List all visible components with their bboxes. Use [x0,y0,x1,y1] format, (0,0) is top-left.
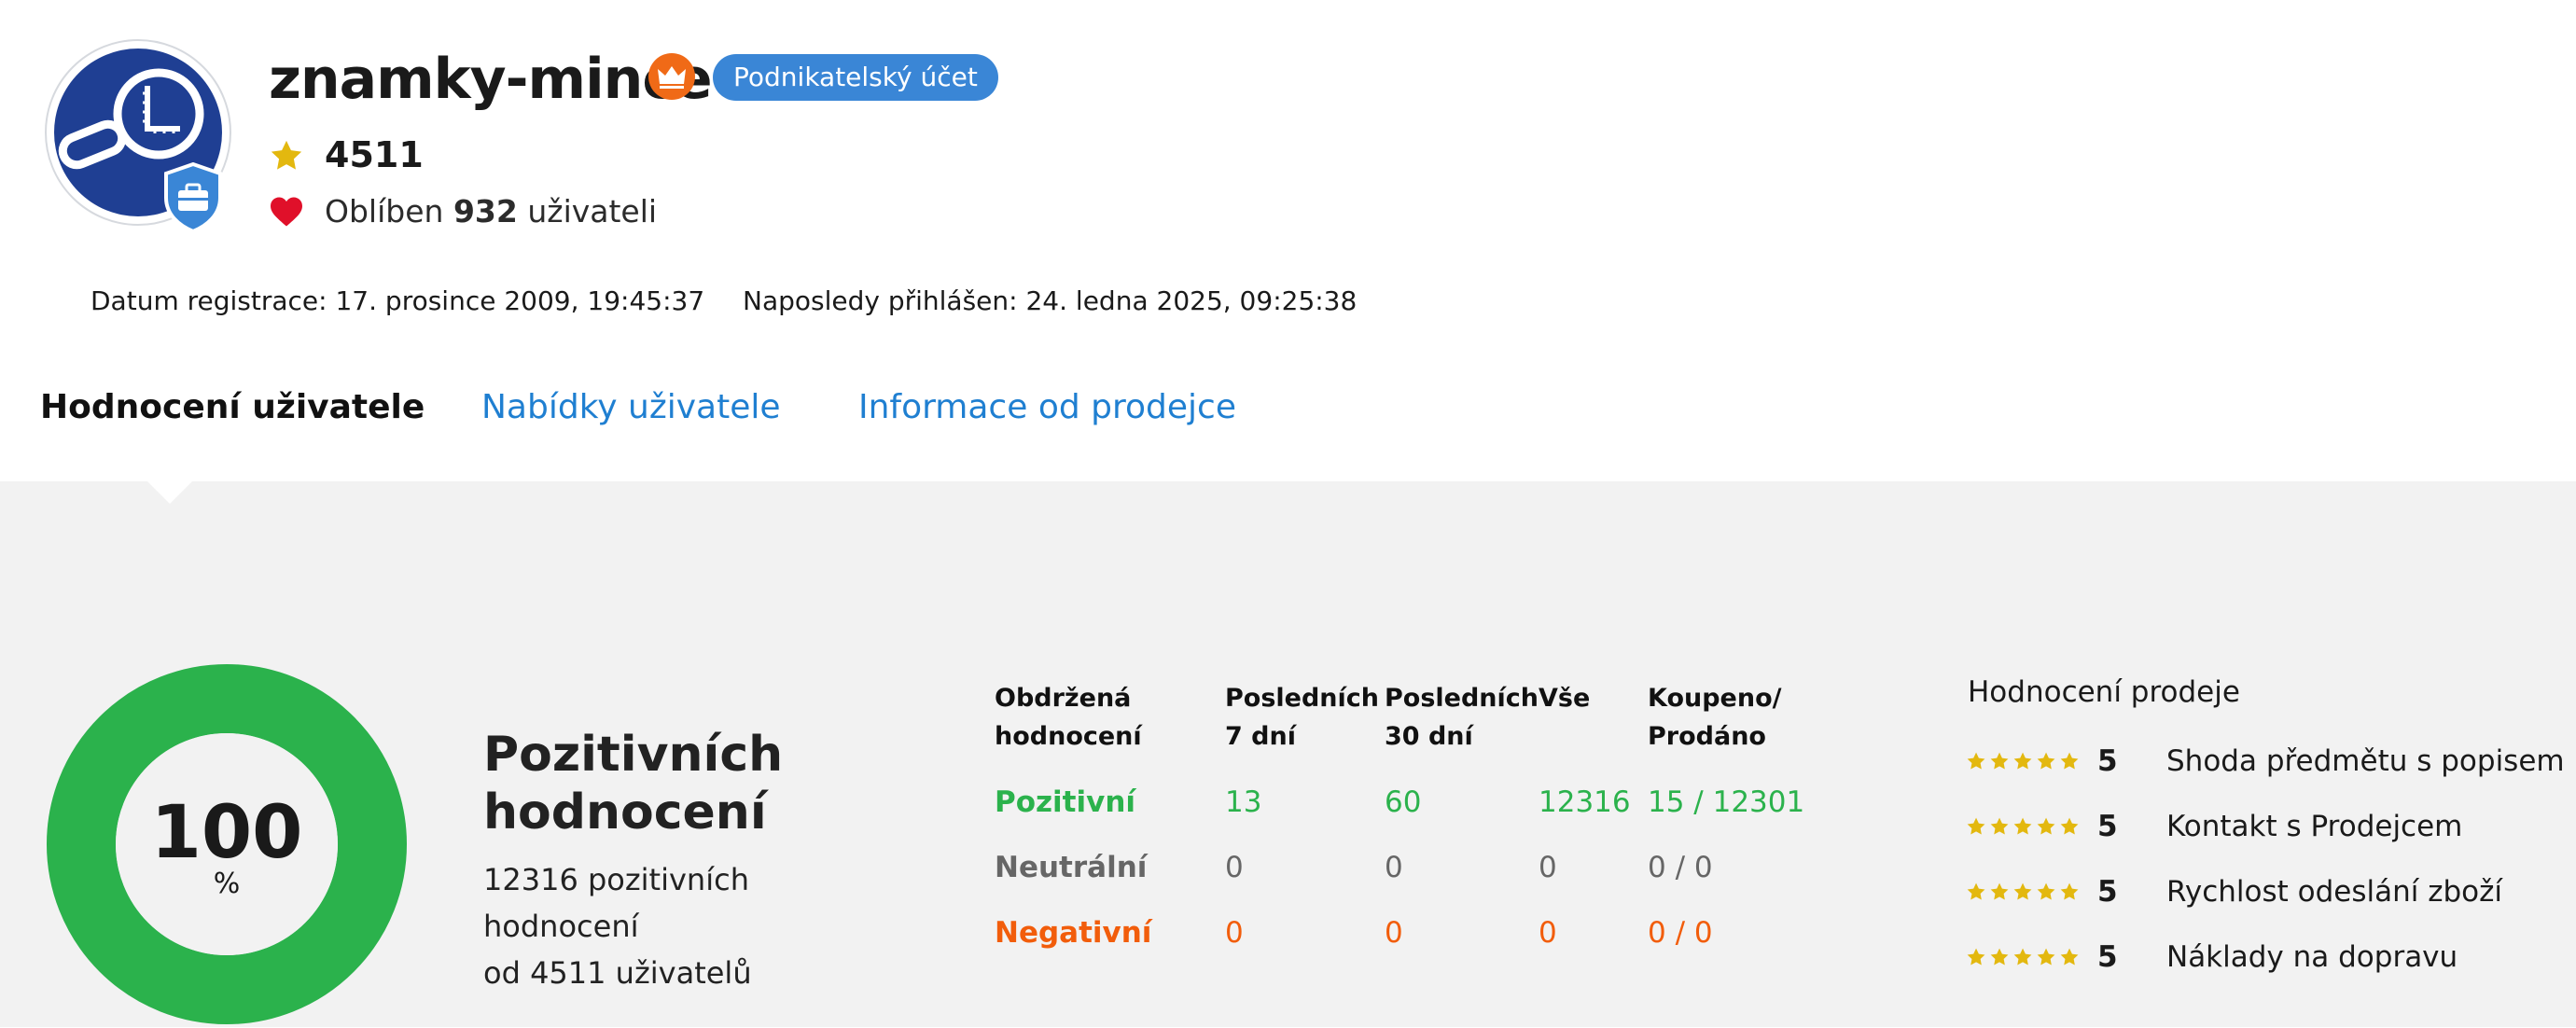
row-neutral-bought-sold: 0 / 0 [1648,851,1713,884]
star-rating-icon [1966,947,2082,967]
star-rating-icon [1966,751,2082,771]
row-neutral-all: 0 [1539,851,1557,884]
row-negative-30d: 0 [1385,916,1403,950]
header-line: Obdržená [995,684,1132,713]
sale-rating-title: Hodnocení prodeje [1968,675,2240,709]
header-line: Posledních [1225,684,1380,713]
heart-icon [269,196,304,228]
rating-score: 4511 [325,134,424,175]
row-negative-7d: 0 [1225,916,1244,950]
sale-rating-value: 5 [2097,875,2118,909]
header-30-days: Posledních 30 dní [1385,679,1539,756]
registration-date: Datum registrace: 17. prosince 2009, 19:… [91,285,705,316]
crown-icon [648,53,695,100]
row-positive-all: 12316 [1539,785,1631,819]
header-line: Prodáno [1648,722,1766,751]
active-tab-pointer [147,481,192,504]
title-line2: hodnocení [483,785,767,840]
header-line: Koupeno/ [1648,684,1782,713]
favorite-count: 932 [453,193,518,229]
row-positive-bought-sold: 15 / 12301 [1648,785,1805,819]
favorite-suffix: uživateli [527,193,658,229]
row-positive-label: Pozitivní [995,785,1136,819]
positive-ratings-title: Pozitivních hodnocení [483,726,875,841]
positive-percent-value: 100 [150,791,303,875]
row-positive-7d: 13 [1225,785,1262,819]
sale-rating-value: 5 [2097,744,2118,778]
header-received: Obdržená hodnocení [995,679,1142,756]
header-line: Vše [1539,684,1591,713]
header-line: Posledních [1385,684,1539,713]
title-line1: Pozitivních [483,727,784,783]
subtitle-line1: 12316 pozitivních hodnocení [483,862,749,944]
header-line: 7 dní [1225,722,1296,751]
last-login: Naposledy přihlášen: 24. ledna 2025, 09:… [743,285,1358,316]
row-neutral-30d: 0 [1385,851,1403,884]
favorite-prefix: Oblíben [325,193,444,229]
row-neutral-label: Neutrální [995,851,1148,884]
row-negative-all: 0 [1539,916,1557,950]
sale-rating-label: Shoda předmětu s popisem [2166,744,2565,778]
header-line: 30 dní [1385,722,1473,751]
tab-seller-info[interactable]: Informace od prodejce [858,388,1236,426]
subtitle-line2: od 4511 uživatelů [483,955,752,991]
business-account-badge: Podnikatelský účet [713,54,998,101]
tab-user-offers[interactable]: Nabídky uživatele [481,388,781,426]
tab-user-ratings[interactable]: Hodnocení uživatele [40,388,425,426]
row-negative-bought-sold: 0 / 0 [1648,916,1713,950]
seller-username: znamky-mince [269,47,713,112]
row-negative-label: Negativní [995,916,1152,950]
briefcase-icon [162,161,224,234]
sale-rating-value: 5 [2097,810,2118,843]
star-rating-icon [1966,882,2082,902]
sale-rating-label: Náklady na dopravu [2166,940,2458,974]
header-all: Vše [1539,679,1590,717]
seller-avatar [45,39,231,234]
star-rating-icon [1966,816,2082,837]
sale-rating-label: Kontakt s Prodejcem [2166,810,2463,843]
positive-ratings-subtitle: 12316 pozitivních hodnocení od 4511 uživ… [483,856,912,996]
header-7-days: Posledních 7 dní [1225,679,1379,756]
sale-rating-value: 5 [2097,940,2118,974]
sale-rating-label: Rychlost odeslání zboží [2166,875,2503,909]
header-line: hodnocení [995,722,1142,751]
star-icon [269,138,304,174]
header-bought-sold: Koupeno/ Prodáno [1648,679,1782,756]
favorite-count-text: Oblíben 932 uživateli [325,193,657,229]
percent-sign: % [213,868,241,900]
row-neutral-7d: 0 [1225,851,1244,884]
row-positive-30d: 60 [1385,785,1422,819]
